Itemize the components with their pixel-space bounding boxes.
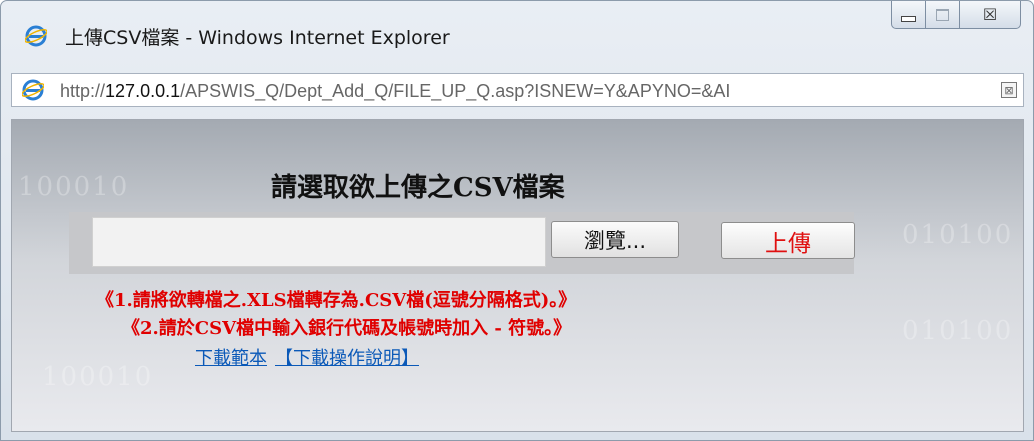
url-host: 127.0.0.1 xyxy=(105,81,181,101)
maximize-icon xyxy=(936,8,949,21)
url-text[interactable]: http://127.0.0.1/APSWIS_Q/Dept_Add_Q/FIL… xyxy=(60,81,985,102)
upload-button[interactable]: 上傳 xyxy=(721,222,855,259)
page-title: 請選取欲上傳之CSV檔案 xyxy=(271,173,565,203)
minimize-button[interactable] xyxy=(891,1,925,29)
url-prefix: http:// xyxy=(60,81,106,101)
caption-buttons: ☒ xyxy=(891,1,1021,31)
close-button[interactable]: ☒ xyxy=(959,1,1021,29)
background-digits: 100010 xyxy=(42,362,154,392)
page-content: 100010 010100 010100 100010 請選取欲上傳之CSV檔案… xyxy=(11,119,1024,432)
maximize-button[interactable] xyxy=(925,1,959,29)
browse-button[interactable]: 瀏覽... xyxy=(551,221,679,258)
download-sample-link[interactable]: 下載範本 xyxy=(195,348,267,369)
url-path: /APSWIS_Q/Dept_Add_Q/FILE_UP_Q.asp?ISNEW… xyxy=(180,81,731,101)
ie-logo-icon xyxy=(25,25,47,47)
background-digits: 100010 xyxy=(18,172,130,202)
download-manual-link[interactable]: 【下載操作說明】 xyxy=(275,348,419,369)
ie-page-icon xyxy=(22,79,44,101)
background-digits: 010100 xyxy=(902,316,1014,346)
background-digits: 010100 xyxy=(902,220,1014,250)
address-bar[interactable]: http://127.0.0.1/APSWIS_Q/Dept_Add_Q/FIL… xyxy=(11,73,1024,107)
file-path-input[interactable] xyxy=(92,217,546,267)
instruction-note-1: 《1.請將欲轉檔之.XLS檔轉存為.CSV檔(逗號分隔格式)。》 xyxy=(96,290,577,311)
instruction-note-2: 《2.請於CSV檔中輸入銀行代碼及帳號時加入 - 符號。》 xyxy=(122,318,572,339)
download-links: 下載範本 【下載操作說明】 xyxy=(195,344,419,370)
window-title: 上傳CSV檔案 - Windows Internet Explorer xyxy=(65,27,450,49)
close-icon: ☒ xyxy=(982,4,998,24)
minimize-icon xyxy=(901,15,916,22)
compatibility-view-icon[interactable]: ⊠ xyxy=(1001,82,1017,98)
title-bar[interactable]: 上傳CSV檔案 - Windows Internet Explorer ☒ xyxy=(1,1,1033,61)
ie-window: 上傳CSV檔案 - Windows Internet Explorer ☒ ht… xyxy=(0,0,1034,441)
